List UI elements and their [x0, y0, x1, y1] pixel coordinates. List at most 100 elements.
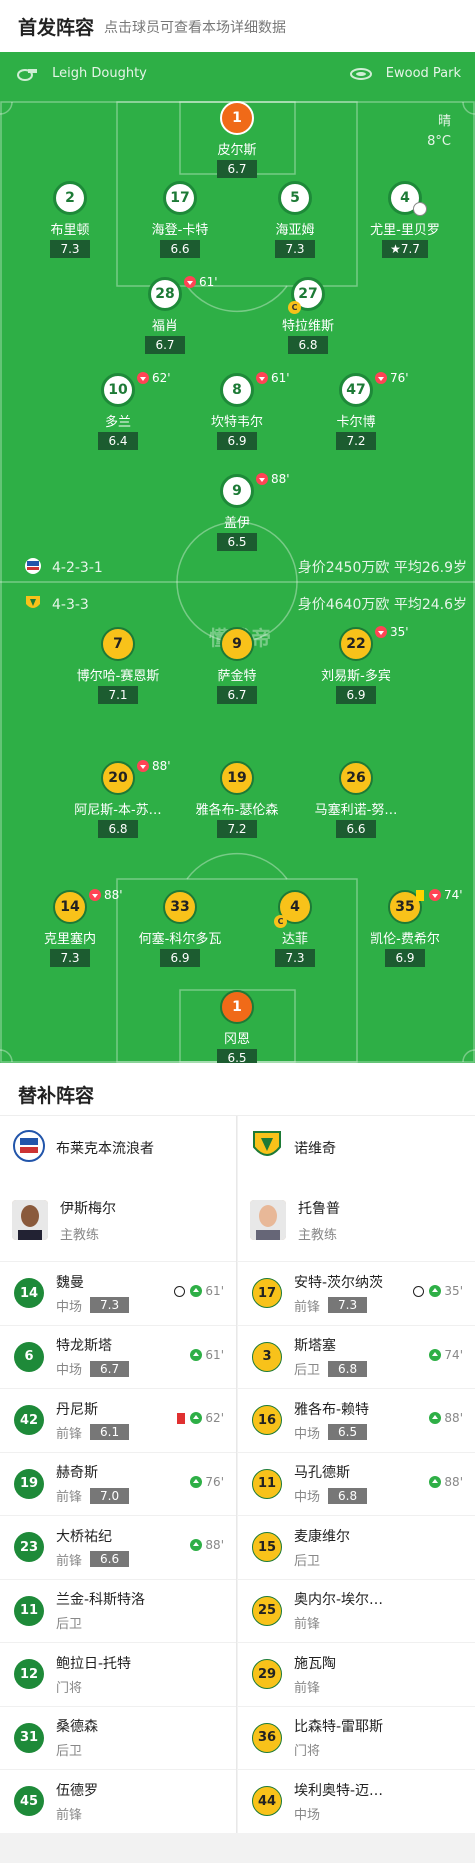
away-player-1[interactable]: 7 博尔哈-赛恩斯 7.1 [53, 627, 183, 704]
home-player-7[interactable]: 27 C 特拉维斯 6.8 [243, 277, 373, 354]
coach-role: 主教练 [60, 1227, 100, 1243]
player-rating: 6.9 [160, 949, 200, 967]
sub-off-marker: 74' [416, 888, 463, 902]
sub-off-marker: 61' [184, 275, 218, 289]
player-name: 雅各布-瑟伦森 [195, 803, 279, 818]
away-sub-9[interactable]: 44 埃利奥特-迈… 中场 [238, 1769, 475, 1833]
home-player-5[interactable]: 4 尤里-里贝罗 ★7.7 [340, 181, 470, 258]
home-player-11[interactable]: 9 88' 盖伊 6.5 [172, 472, 302, 551]
coach-name: 托鲁普 [298, 1200, 340, 1217]
away-sub-1[interactable]: 17 安特-茨尔纳茨 前锋 7.3 35' [238, 1261, 475, 1325]
away-sub-2[interactable]: 3 斯塔塞 后卫 6.8 74' [238, 1324, 475, 1389]
home-sub-3[interactable]: 42 丹尼斯 前锋 6.1 62' [0, 1388, 236, 1452]
home-sub-1[interactable]: 14 魏曼 中场 7.3 61' [0, 1261, 236, 1325]
whistle-icon [16, 67, 38, 81]
home-formation-text: 4-2-3-1 [52, 560, 103, 576]
lineup-hint: 点击球员可查看本场详细数据 [104, 20, 287, 36]
away-player-6[interactable]: 26 马塞利诺-努… 6.6 [291, 761, 421, 838]
player-number: 22 [339, 627, 373, 661]
pitch: Leigh Doughty Ewood Park 晴 8°C 懂球帝 4-2-3… [0, 52, 475, 1063]
away-player-5[interactable]: 19 雅各布-瑟伦森 7.2 [172, 761, 302, 838]
away-sub-7[interactable]: 29 施瓦陶 前锋 [238, 1642, 475, 1706]
away-player-8[interactable]: 33 何塞-科尔多瓦 6.9 [115, 890, 245, 967]
sub-off-marker: 76' [375, 371, 409, 385]
sub-position: 前锋 [294, 1299, 321, 1315]
sub-name: 安特-茨尔纳茨 [294, 1274, 384, 1291]
away-player-11[interactable]: 1 冈恩 6.5 [172, 990, 302, 1063]
away-sub-4[interactable]: 11 马孔德斯 中场 6.8 88' [238, 1451, 475, 1516]
home-sub-4[interactable]: 19 赫奇斯 前锋 7.0 76' [0, 1451, 236, 1516]
home-sub-6[interactable]: 11 兰金-科斯特洛 后卫 [0, 1578, 236, 1643]
sub-off-icon [137, 372, 149, 384]
blackburn-badge-icon [12, 1129, 46, 1167]
sub-event: 88' [429, 1475, 463, 1489]
home-player-9[interactable]: 8 61' 坎特韦尔 6.9 [172, 371, 302, 450]
sub-event: 76' [190, 1475, 224, 1489]
player-number: 17 [163, 181, 197, 215]
player-rating: 6.7 [217, 686, 257, 704]
player-name: 萨金特 [217, 669, 257, 684]
sub-off-icon [137, 760, 149, 772]
home-team-row[interactable]: 布莱克本流浪者 [0, 1116, 236, 1179]
sub-event: 88' [190, 1538, 224, 1552]
sub-number: 11 [252, 1468, 282, 1499]
sub-on-icon [429, 1285, 442, 1297]
away-player-4[interactable]: 20 88' 阿尼斯-本-苏… 6.8 [53, 759, 183, 838]
home-sub-7[interactable]: 12 鲍拉日-托特 门将 [0, 1642, 236, 1706]
away-sub-5[interactable]: 15 麦康维尔 后卫 [238, 1515, 475, 1579]
sub-name: 斯塔塞 [294, 1338, 336, 1355]
sub-rating: 7.0 [90, 1487, 130, 1504]
player-rating: 7.1 [98, 686, 138, 704]
home-player-1[interactable]: 1 皮尔斯 6.7 [172, 101, 302, 178]
home-coach-row[interactable]: 伊斯梅尔 主教练 [0, 1179, 236, 1261]
home-player-3[interactable]: 17 海登-卡特 6.6 [115, 181, 245, 258]
coach-avatar [12, 1200, 48, 1240]
away-sub-6[interactable]: 25 奥内尔-埃尔… 前锋 [238, 1578, 475, 1643]
away-player-3[interactable]: 22 35' 刘易斯-多宾 6.9 [291, 625, 421, 704]
sub-number: 45 [14, 1786, 44, 1817]
yellow-card-icon [416, 889, 424, 901]
home-sub-5[interactable]: 23 大桥祐纪 前锋 6.6 88' [0, 1515, 236, 1579]
home-player-6[interactable]: 28 61' 福肖 6.7 [100, 275, 230, 354]
player-name: 海登-卡特 [151, 223, 209, 238]
player-rating: 6.7 [145, 336, 185, 354]
away-sub-3[interactable]: 16 雅各布-赖特 中场 6.5 88' [238, 1388, 475, 1452]
sub-number: 19 [14, 1468, 44, 1499]
home-subs-column: 布莱克本流浪者 伊斯梅尔 主教练 14 魏曼 中场 7.3 61' 6 特龙斯塔 中场… [0, 1116, 237, 1833]
norwich-badge-icon [250, 1129, 284, 1167]
blackburn-badge-icon [24, 557, 42, 579]
home-sub-2[interactable]: 6 特龙斯塔 中场 6.7 61' [0, 1324, 236, 1389]
home-player-10[interactable]: 47 76' 卡尔博 7.2 [291, 371, 421, 450]
sub-rating: 6.7 [90, 1360, 130, 1377]
sub-off-icon [256, 372, 268, 384]
sub-on-icon [190, 1539, 203, 1551]
sub-number: 11 [14, 1595, 44, 1626]
home-player-8[interactable]: 10 62' 多兰 6.4 [53, 371, 183, 450]
away-coach-row[interactable]: 托鲁普 主教练 [238, 1179, 475, 1261]
player-number: 1 [220, 101, 254, 135]
home-sub-9[interactable]: 45 伍德罗 前锋 [0, 1769, 236, 1833]
player-name: 何塞-科尔多瓦 [138, 932, 222, 947]
away-team-row[interactable]: 诺维奇 [238, 1116, 475, 1179]
away-sub-8[interactable]: 36 比森特-雷耶斯 门将 [238, 1705, 475, 1770]
away-player-2[interactable]: 9 萨金特 6.7 [172, 627, 302, 704]
sub-event: 62' [177, 1411, 224, 1425]
player-rating: 6.7 [217, 160, 257, 178]
player-number: 20 [101, 761, 135, 795]
player-name: 冈恩 [223, 1032, 250, 1047]
player-rating: 6.4 [98, 432, 138, 450]
home-sub-8[interactable]: 31 桑德森 后卫 [0, 1705, 236, 1770]
away-player-10[interactable]: 35 74' 凯伦-费希尔 6.9 [340, 888, 470, 967]
sub-number: 14 [14, 1278, 44, 1309]
sub-rating: 7.3 [90, 1297, 130, 1314]
sub-position: 前锋 [56, 1807, 83, 1823]
sub-position: 后卫 [294, 1553, 321, 1569]
player-number: 27 C [288, 277, 325, 314]
sub-rating: 6.8 [328, 1487, 368, 1504]
sub-name: 奥内尔-埃尔… [294, 1592, 384, 1609]
captain-badge: C [288, 301, 301, 314]
player-number: 26 [339, 761, 373, 795]
sub-rating: 7.3 [328, 1297, 368, 1314]
sub-position: 中场 [56, 1363, 83, 1379]
player-rating: 7.2 [217, 820, 257, 838]
